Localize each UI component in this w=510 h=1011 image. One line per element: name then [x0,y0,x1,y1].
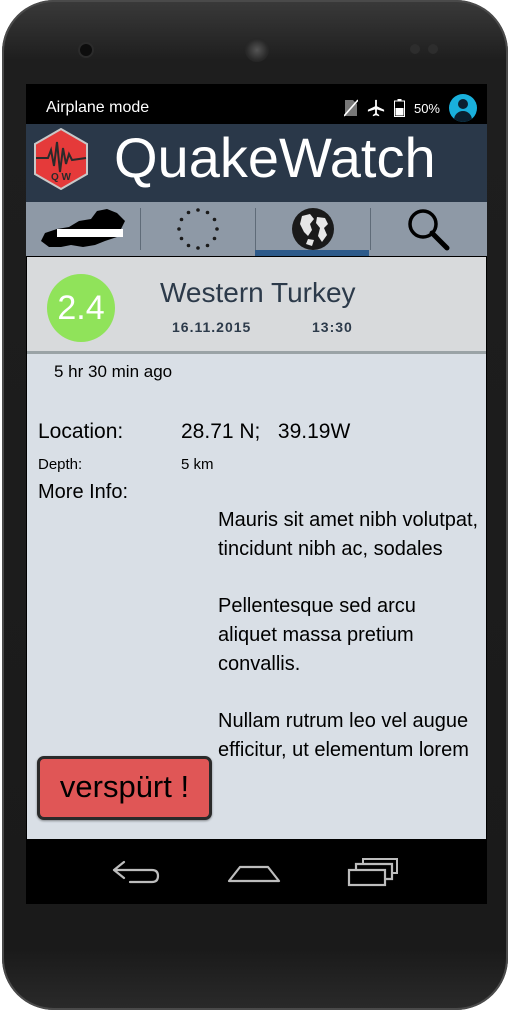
search-icon [408,209,450,251]
app-title: QuakeWatch [114,126,436,189]
status-mode-text: Airplane mode [46,99,150,116]
more-info-paragraph: Mauris sit amet nibh volutpat, tincidunt… [218,509,479,560]
sensor-dot [410,44,420,54]
front-camera [80,44,92,56]
back-icon [112,860,160,884]
svg-text:Q W: Q W [51,172,72,183]
app-bar: Q W QuakeWatch [26,124,487,202]
battery-percent: 50% [413,100,440,116]
quake-time: 13:30 [312,319,353,335]
battery-icon [393,99,405,117]
navigation-bar [26,839,487,904]
magnitude-badge: 2.4 [47,274,115,342]
home-button[interactable] [224,851,284,895]
home-icon [227,865,281,883]
status-icons: 50% [343,94,477,122]
tab-austria[interactable] [26,202,140,256]
more-info-label: More Info: [38,481,129,503]
quake-date: 16.11.2015 [172,319,252,335]
airplane-icon [367,99,385,117]
quake-place: Western Turkey [160,277,356,308]
tab-world[interactable] [256,202,370,256]
status-bar: Airplane mode 50% [26,84,487,124]
screen: Airplane mode 50% Q W QuakeWatch 2.4 Wes… [26,84,487,904]
quakewatch-logo: Q W [34,128,88,190]
phone-frame: Airplane mode 50% Q W QuakeWatch 2.4 Wes… [2,0,508,1010]
quake-details: 5 hr 30 min ago Location: 28.71 N; 39.19… [27,354,486,839]
location-label: Location: [38,420,124,443]
location-value: 28.71 N; 39.19W [181,420,351,443]
more-info-paragraph: Nullam rutrum leo vel augue efficitur, u… [218,710,469,761]
tab-bar [26,202,487,256]
more-info-paragraph: Pellentesque sed arcu aliquet massa pret… [218,595,416,675]
depth-value: 5 km [181,456,214,473]
recent-apps-button[interactable] [342,851,402,895]
felt-button[interactable]: verspürt ! [37,756,212,820]
earpiece-speaker [245,38,269,62]
quake-header: 2.4 Western Turkey 16.11.2015 13:30 [27,257,486,354]
account-avatar-icon[interactable] [449,94,477,122]
austria-map-icon [41,209,125,247]
tab-europe[interactable] [141,202,255,256]
no-sim-icon [343,99,358,117]
more-info-text: Mauris sit amet nibh volutpat, tincidunt… [218,506,480,793]
back-button[interactable] [106,851,166,895]
time-ago: 5 hr 30 min ago [54,362,173,381]
sensor-dot [428,44,438,54]
tab-search[interactable] [371,202,485,256]
selected-tab-indicator [255,250,369,256]
globe-icon [292,208,334,250]
eu-stars-icon [177,208,219,250]
depth-label: Depth: [38,456,83,473]
recent-apps-icon [347,858,398,887]
